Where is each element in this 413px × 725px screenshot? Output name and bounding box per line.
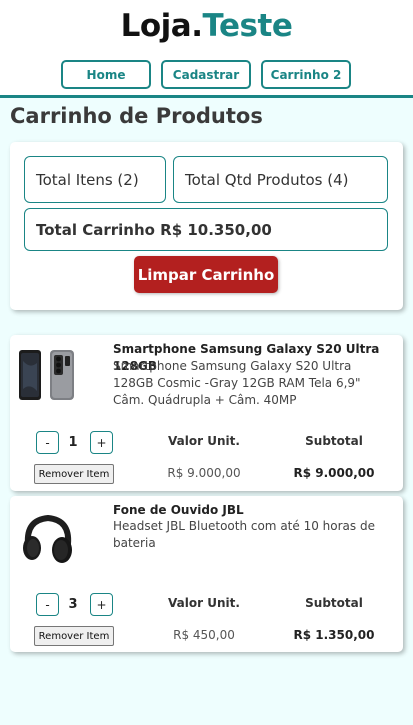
item-quantity: 3	[68, 597, 78, 612]
unit-price-label: Valor Unit.	[168, 434, 240, 448]
page-title: Carrinho de Produtos	[10, 104, 263, 128]
nav-carrinho2-button[interactable]: Carrinho 2	[261, 60, 351, 89]
nav-home-button[interactable]: Home	[61, 60, 151, 89]
headphones-image	[23, 514, 72, 563]
item-quantity: 1	[68, 435, 78, 450]
subtotal-value: R$ 9.000,00	[293, 466, 375, 480]
total-items-text: Total Itens (2)	[36, 170, 139, 189]
subtotal-label: Subtotal	[305, 596, 363, 610]
subtotal-value: R$ 1.350,00	[293, 628, 375, 642]
total-qty-box: Total Qtd Produtos (4)	[173, 156, 388, 203]
total-cart-text: Total Carrinho R$ 10.350,00	[36, 220, 272, 239]
cart-item: Fone de Ouvido JBL Headset JBL Bluetooth…	[10, 496, 403, 652]
unit-price-value: R$ 9.000,00	[167, 466, 241, 480]
site-logo[interactable]: Loja.Teste	[0, 8, 413, 44]
item-name: Fone de Ouvido JBL	[113, 503, 244, 517]
item-description: Headset JBL Bluetooth com até 10 horas d…	[113, 519, 375, 550]
unit-price-value: R$ 450,00	[173, 628, 235, 642]
cart-item: Smartphone Samsung Galaxy S20 Ultra 128G…	[10, 335, 403, 491]
increase-qty-button[interactable]: +	[90, 431, 113, 454]
nav-cadastrar-button[interactable]: Cadastrar	[161, 60, 251, 89]
subtotal-label: Subtotal	[305, 434, 363, 448]
total-items-box: Total Itens (2)	[24, 156, 166, 203]
logo-part-2: Teste	[202, 8, 293, 44]
remove-item-button[interactable]: Remover Item	[34, 626, 114, 646]
total-cart-box: Total Carrinho R$ 10.350,00	[24, 208, 388, 251]
smartphone-image	[19, 350, 74, 400]
decrease-qty-button[interactable]: -	[36, 593, 59, 616]
cart-summary-card: Total Itens (2) Total Qtd Produtos (4) T…	[10, 142, 403, 310]
site-header: Loja.Teste Home Cadastrar Carrinho 2	[0, 0, 413, 98]
decrease-qty-button[interactable]: -	[36, 431, 59, 454]
unit-price-label: Valor Unit.	[168, 596, 240, 610]
increase-qty-button[interactable]: +	[90, 593, 113, 616]
total-qty-text: Total Qtd Produtos (4)	[185, 170, 349, 189]
remove-item-button[interactable]: Remover Item	[34, 464, 114, 484]
logo-part-1: Loja.	[120, 8, 203, 44]
item-description: Smartphone Samsung Galaxy S20 Ultra 128G…	[113, 359, 361, 407]
clear-cart-button[interactable]: Limpar Carrinho	[134, 256, 278, 293]
